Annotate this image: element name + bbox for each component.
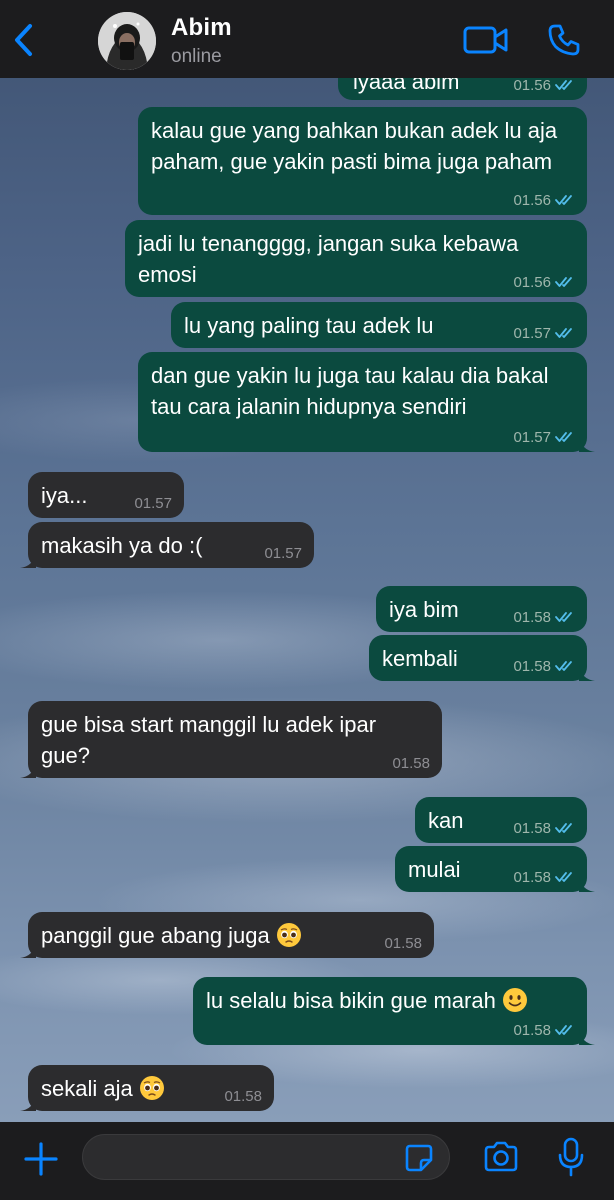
bubble-tail xyxy=(20,762,36,778)
sticker-icon xyxy=(405,1144,433,1172)
bubble-tail xyxy=(579,1029,595,1045)
avatar-photo xyxy=(98,12,156,70)
message-meta: 01.56 xyxy=(513,78,575,95)
message-meta: 01.58 xyxy=(224,1088,262,1106)
read-receipt-icon xyxy=(555,1025,572,1035)
message-meta: 01.58 xyxy=(513,658,575,676)
message-text-content: lu selalu bisa bikin gue marah xyxy=(206,988,496,1013)
message-meta: 01.58 xyxy=(392,755,430,773)
message-meta: 01.58 xyxy=(513,1022,575,1040)
message-incoming[interactable]: sekali aja 01.58 xyxy=(20,1065,274,1111)
camera-button[interactable] xyxy=(482,1140,520,1174)
message-time: 01.58 xyxy=(224,1088,262,1105)
avatar[interactable] xyxy=(98,12,156,70)
message-time: 01.56 xyxy=(513,192,551,209)
message-incoming[interactable]: panggil gue abang juga 01.58 xyxy=(20,912,434,958)
message-text: lu selalu bisa bikin gue marah xyxy=(206,985,575,1016)
message-text-content: sekali aja xyxy=(41,1076,133,1101)
composer-bar xyxy=(0,1122,614,1200)
message-time: 01.58 xyxy=(513,609,551,626)
plus-icon xyxy=(24,1142,58,1176)
message-time: 01.57 xyxy=(134,495,172,512)
message-outgoing[interactable]: mulai 01.58 xyxy=(395,846,595,892)
message-meta: 01.57 xyxy=(264,545,302,563)
message-outgoing[interactable]: iyaaa abim 01.56 xyxy=(338,78,587,100)
message-incoming[interactable]: makasih ya do :( 01.57 xyxy=(20,522,314,568)
message-text: dan gue yakin lu juga tau kalau dia baka… xyxy=(151,363,555,419)
message-time: 01.58 xyxy=(513,1022,551,1039)
message-time: 01.58 xyxy=(513,869,551,886)
sticker-button[interactable] xyxy=(404,1143,434,1173)
chat-header: Abim online xyxy=(0,0,614,78)
message-meta: 01.57 xyxy=(513,429,575,447)
message-input[interactable] xyxy=(82,1134,450,1180)
message-time: 01.57 xyxy=(513,429,551,446)
read-receipt-icon xyxy=(555,80,572,90)
message-meta: 01.56 xyxy=(513,192,575,210)
pleading-face-icon xyxy=(139,1076,164,1100)
read-receipt-icon xyxy=(555,277,572,287)
message-incoming[interactable]: gue bisa start manggil lu adek ipar gue?… xyxy=(20,701,442,778)
message-text: panggil gue abang juga xyxy=(41,920,422,951)
message-meta: 01.58 xyxy=(513,609,575,627)
message-outgoing[interactable]: kembali 01.58 xyxy=(369,635,595,681)
pleading-face-icon xyxy=(276,923,301,947)
message-incoming[interactable]: iya... 01.57 xyxy=(28,472,184,518)
contact-status: online xyxy=(171,46,222,67)
message-outgoing[interactable]: kalau gue yang bahkan bukan adek lu aja … xyxy=(138,107,587,215)
message-time: 01.57 xyxy=(513,325,551,342)
message-meta: 01.58 xyxy=(513,869,575,887)
chat-screen: Abim online iyaaa abim 01.56 kalau gue y… xyxy=(0,0,614,1200)
slightly-smiling-face-icon xyxy=(502,988,527,1012)
back-button[interactable] xyxy=(10,20,40,60)
read-receipt-icon xyxy=(555,872,572,882)
message-meta: 01.57 xyxy=(134,495,172,513)
message-time: 01.58 xyxy=(392,755,430,772)
message-time: 01.58 xyxy=(513,658,551,675)
attach-button[interactable] xyxy=(22,1140,60,1178)
message-time: 01.56 xyxy=(513,78,551,94)
read-receipt-icon xyxy=(555,661,572,671)
message-time: 01.58 xyxy=(513,820,551,837)
bubble-tail xyxy=(579,876,595,892)
message-meta: 01.57 xyxy=(513,325,575,343)
microphone-icon xyxy=(558,1137,584,1177)
message-outgoing[interactable]: lu selalu bisa bikin gue marah 01.58 xyxy=(193,977,595,1045)
message-time: 01.58 xyxy=(384,935,422,952)
message-outgoing[interactable]: iya bim 01.58 xyxy=(376,586,587,632)
video-camera-icon xyxy=(463,26,508,54)
message-meta: 01.56 xyxy=(513,274,575,292)
bubble-tail xyxy=(20,942,36,958)
chevron-left-icon xyxy=(15,24,32,56)
read-receipt-icon xyxy=(555,195,572,205)
message-time: 01.56 xyxy=(513,274,551,291)
message-text: jadi lu tenangggg, jangan suka kebawa em… xyxy=(138,231,525,287)
contact-name[interactable]: Abim xyxy=(171,14,232,42)
video-call-button[interactable] xyxy=(462,24,510,56)
read-receipt-icon xyxy=(555,432,572,442)
message-list[interactable]: iyaaa abim 01.56 kalau gue yang bahkan b… xyxy=(0,78,614,1122)
read-receipt-icon xyxy=(555,823,572,833)
read-receipt-icon xyxy=(555,612,572,622)
bubble-tail xyxy=(20,1095,36,1111)
message-text: gue bisa start manggil lu adek ipar gue? xyxy=(41,712,383,768)
camera-icon xyxy=(484,1141,518,1172)
message-text: makasih ya do :( xyxy=(41,533,203,558)
message-text-content: panggil gue abang juga xyxy=(41,923,270,948)
bubble-tail xyxy=(20,552,36,568)
voice-message-button[interactable] xyxy=(556,1136,586,1178)
bubble-tail xyxy=(579,436,595,452)
message-outgoing[interactable]: dan gue yakin lu juga tau kalau dia baka… xyxy=(138,352,595,452)
message-time: 01.57 xyxy=(264,545,302,562)
voice-call-button[interactable] xyxy=(546,22,582,58)
message-meta: 01.58 xyxy=(384,935,422,953)
message-outgoing[interactable]: jadi lu tenangggg, jangan suka kebawa em… xyxy=(125,220,587,297)
phone-icon xyxy=(548,24,580,56)
read-receipt-icon xyxy=(555,328,572,338)
message-outgoing[interactable]: kan 01.58 xyxy=(415,797,587,843)
bubble-tail xyxy=(579,665,595,681)
message-outgoing[interactable]: lu yang paling tau adek lu 01.57 xyxy=(171,302,587,348)
message-meta: 01.58 xyxy=(513,820,575,838)
message-text: kalau gue yang bahkan bukan adek lu aja … xyxy=(151,118,564,174)
